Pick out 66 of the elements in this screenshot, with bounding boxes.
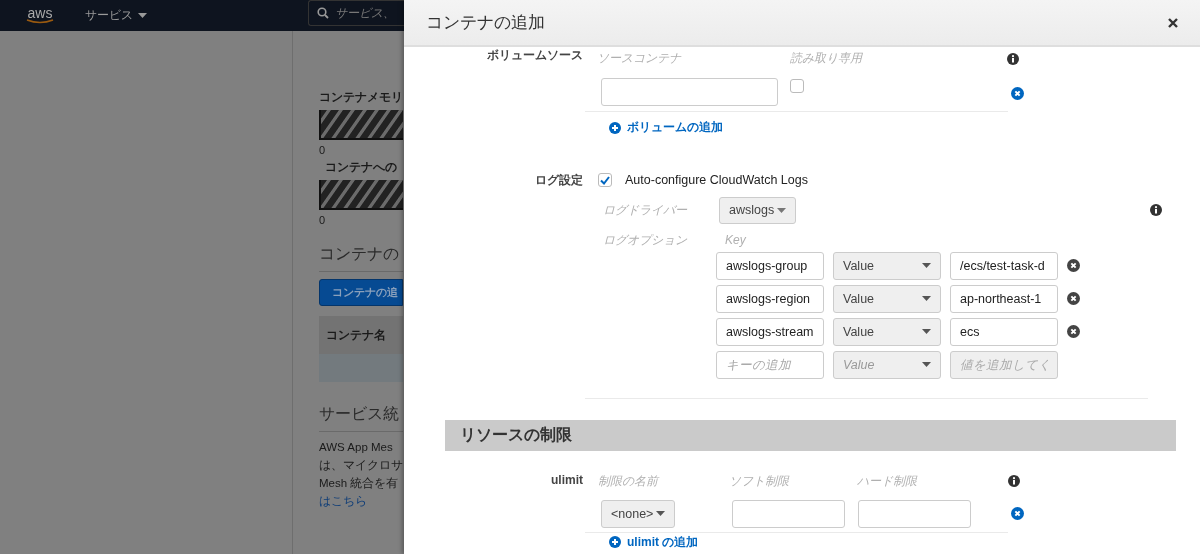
caret-icon <box>138 13 147 18</box>
field-label: ログ設定 <box>534 171 583 189</box>
add-volume-link[interactable]: ボリュームの追加 <box>609 119 723 136</box>
value-input[interactable]: ecs <box>950 317 1058 346</box>
services-menu[interactable]: サービス <box>85 7 147 24</box>
key-input[interactable]: awslogs-stream <box>716 317 824 346</box>
type-select[interactable]: Value <box>833 317 941 346</box>
checkbox[interactable] <box>598 173 612 187</box>
close-icon[interactable] <box>1168 17 1178 28</box>
remove-icon[interactable] <box>1067 292 1080 305</box>
add-ulimit-link[interactable]: ulimit の追加 <box>609 533 699 551</box>
caret-icon <box>922 329 931 334</box>
memory-label: コンテナメモリ <box>319 90 403 105</box>
log-driver-select[interactable]: awslogs <box>719 196 796 224</box>
memory-value: 0 <box>319 144 327 156</box>
field-hint: ログオプション <box>602 231 688 249</box>
column-hint: ソフト制限 <box>729 472 791 490</box>
remove-icon[interactable] <box>1067 259 1080 272</box>
cpu-label: コンテナへの <box>325 160 398 175</box>
column-hint: 制限の名前 <box>598 472 661 490</box>
checkbox-label: Auto-configure CloudWatch Logs <box>625 173 808 187</box>
key-input[interactable]: awslogs-group <box>716 251 824 280</box>
logo[interactable]: aws <box>25 7 55 24</box>
paragraph-line: AWS App Mes <box>319 440 394 455</box>
column-hint: ハード制限 <box>857 472 919 490</box>
column-hint: Key <box>725 233 747 247</box>
column-hint: ソースコンテナ <box>597 50 683 67</box>
search-icon <box>317 7 329 19</box>
field-label: ulimit <box>550 472 583 489</box>
hard-limit-input[interactable] <box>858 499 971 528</box>
plus-icon <box>609 121 621 134</box>
section-title: リソースの制限 <box>460 424 572 445</box>
source-container-input[interactable] <box>601 78 778 106</box>
type-select[interactable]: Value <box>833 284 941 313</box>
field-label: ボリュームソース <box>486 47 583 64</box>
paragraph-line: は、マイクロサ <box>319 458 403 473</box>
caret-icon <box>777 207 786 213</box>
remove-icon[interactable] <box>1011 507 1024 520</box>
section-heading: コンテナの <box>319 244 403 272</box>
search-field[interactable]: サービス、 <box>308 0 404 26</box>
value-input[interactable]: ap-northeast-1 <box>950 284 1058 313</box>
remove-icon[interactable] <box>1067 325 1080 338</box>
info-icon[interactable] <box>1007 52 1019 65</box>
modal-title: コンテナの追加 <box>426 12 545 34</box>
type-select[interactable]: Value <box>833 251 941 280</box>
checkbox[interactable] <box>790 79 804 93</box>
paragraph-line: Mesh 統合を有 <box>319 476 400 491</box>
limit-name-select[interactable]: <none> <box>601 499 675 528</box>
info-icon[interactable] <box>1150 204 1162 216</box>
soft-limit-input[interactable] <box>732 499 845 528</box>
plus-icon <box>609 536 621 548</box>
remove-icon[interactable] <box>1011 87 1024 100</box>
table-header: コンテナ名 <box>319 316 403 354</box>
info-icon[interactable] <box>1008 475 1020 487</box>
cpu-value: 0 <box>319 214 327 226</box>
column-hint: 読み取り専用 <box>790 50 864 67</box>
caret-icon <box>922 263 931 268</box>
key-input[interactable]: awslogs-region <box>716 284 824 313</box>
value-input[interactable]: 値を追加してく <box>950 350 1058 379</box>
key-input[interactable]: キーの追加 <box>716 350 824 379</box>
value-input[interactable]: /ecs/test-task-d <box>950 251 1058 280</box>
caret-icon <box>656 511 665 516</box>
caret-icon <box>922 296 931 301</box>
caret-icon <box>922 362 931 367</box>
section-heading: サービス統 <box>319 404 403 432</box>
field-hint: ログドライバー <box>602 201 688 219</box>
